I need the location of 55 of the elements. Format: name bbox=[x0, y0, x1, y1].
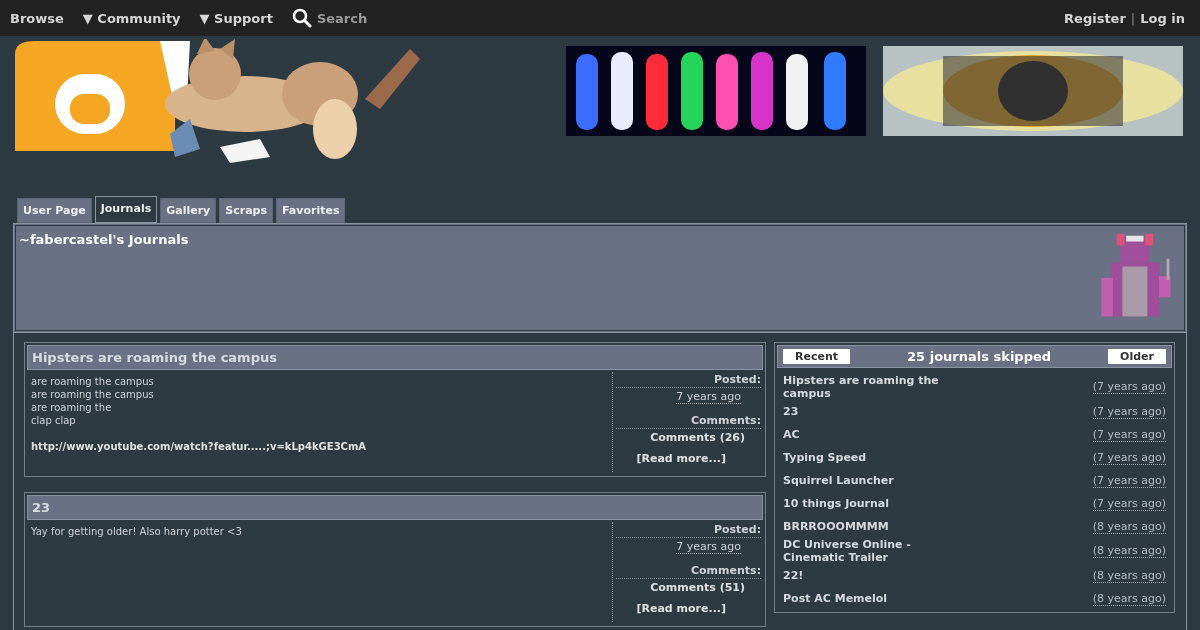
journal-age: (7 years ago) bbox=[1092, 473, 1166, 488]
journal-text: clap clap bbox=[31, 414, 77, 427]
journal-text: are roaming the campus bbox=[31, 375, 155, 388]
tab[interactable]: User Page bbox=[17, 198, 92, 223]
journal-age: (7 years ago) bbox=[1092, 450, 1166, 465]
journal-text: Yay for getting older! Also harry potter <3 bbox=[31, 525, 243, 538]
comments-label: Comments: bbox=[616, 413, 762, 429]
journal-title[interactable]: 23 bbox=[27, 495, 764, 520]
journal-list-link[interactable]: BRRROOOMMMM bbox=[783, 520, 974, 533]
journal-age: (7 years ago) bbox=[1092, 496, 1166, 511]
journal-list-link[interactable]: Hipsters are roaming the campus bbox=[783, 374, 974, 400]
journal-age: (8 years ago) bbox=[1092, 519, 1166, 534]
journal-list-link[interactable]: Squirrel Launcher bbox=[783, 474, 974, 487]
comments-link[interactable]: Comments (51) bbox=[650, 581, 746, 594]
journal-age: (7 years ago) bbox=[1092, 427, 1166, 442]
posted-label: Posted: bbox=[616, 372, 762, 388]
comments-label: Comments: bbox=[616, 563, 762, 579]
skipped-heading: 25 journals skipped bbox=[907, 349, 1052, 364]
journal-title[interactable]: Hipsters are roaming the campus bbox=[27, 345, 764, 370]
journal-age: (8 years ago) bbox=[1092, 568, 1166, 583]
search-link[interactable]: Search bbox=[291, 8, 368, 28]
journal-list-link[interactable]: 23 bbox=[783, 405, 974, 418]
journal-age: (8 years ago) bbox=[1092, 591, 1166, 606]
page-title: ~fabercastel's Journals bbox=[19, 232, 189, 247]
posted-date: 7 years ago bbox=[676, 540, 742, 554]
journal-age: (7 years ago) bbox=[1092, 380, 1166, 394]
tab[interactable]: Favorites bbox=[276, 198, 346, 223]
journal-list-link[interactable]: AC bbox=[783, 428, 974, 441]
search-icon bbox=[291, 8, 312, 28]
journal-list-link[interactable]: 10 things Journal bbox=[783, 497, 974, 510]
journal-age: (7 years ago) bbox=[1092, 404, 1166, 419]
read-more-link[interactable]: [Read more...] bbox=[636, 452, 727, 465]
tab[interactable]: Gallery bbox=[160, 198, 217, 223]
login-link[interactable]: Log in bbox=[1140, 10, 1185, 26]
journal-text: are roaming the bbox=[31, 401, 113, 414]
journal-list-link[interactable]: DC Universe Online - Cinematic Trailer bbox=[783, 538, 974, 564]
comments-link[interactable]: Comments (26) bbox=[650, 431, 746, 444]
journal-text: are roaming the campus bbox=[31, 388, 155, 401]
journal-list-link[interactable]: Post AC Memelol bbox=[783, 592, 974, 605]
read-more-link[interactable]: [Read more...] bbox=[636, 602, 727, 615]
journal-link[interactable]: http://www.youtube.com/watch?featur.....;v=kLp4kGE3CmA bbox=[31, 440, 613, 453]
older-button[interactable]: Older bbox=[1108, 349, 1166, 364]
nav-link[interactable]: ▼ Support bbox=[199, 10, 273, 26]
tab[interactable]: Journals bbox=[94, 196, 158, 223]
journal-age: (8 years ago) bbox=[1092, 544, 1166, 558]
recent-button[interactable]: Recent bbox=[783, 349, 851, 364]
separator: | bbox=[1130, 10, 1136, 26]
nav-link[interactable]: Browse bbox=[10, 10, 64, 26]
posted-date: 7 years ago bbox=[676, 390, 742, 404]
journal-list-link[interactable]: 22! bbox=[783, 569, 974, 582]
posted-label: Posted: bbox=[616, 522, 762, 538]
journal-list-link[interactable]: Typing Speed bbox=[783, 451, 974, 464]
nav-link[interactable]: ▼ Community bbox=[82, 10, 181, 26]
tab[interactable]: Scraps bbox=[219, 198, 273, 223]
register-link[interactable]: Register bbox=[1064, 10, 1126, 26]
